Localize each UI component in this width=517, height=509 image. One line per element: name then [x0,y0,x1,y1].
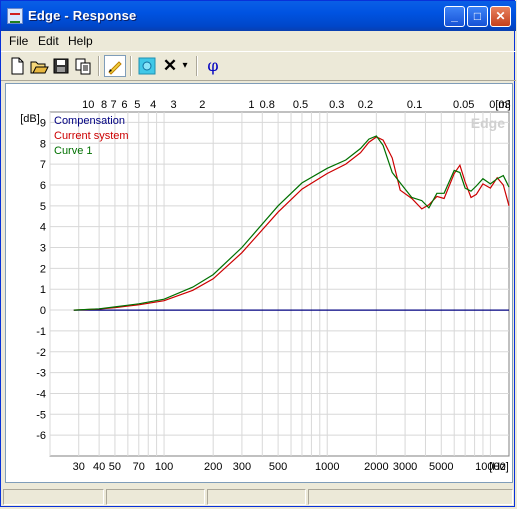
top-tick-label: 0.5 [293,99,308,111]
response-chart[interactable]: 9876543210-1-2-3-4-5-630 40 50 70 100 200 300 5… [6,84,512,482]
top-tick-label: 0.3 [329,99,344,111]
response-plot-area[interactable]: 9 8 7 6 5 4 3 2 1 0 -1 -2 -3 -4 -5 -6 30 40 50 70 100 200 300 5… [5,83,513,483]
y-tick-label: -5 [36,409,46,421]
legend-entry: Compensation [54,115,125,127]
x-tick-label: 3000 [393,461,417,473]
open-icon[interactable] [28,55,50,77]
x-tick-label: 30 [73,461,85,473]
top-tick-label: 4 [150,99,156,111]
x-tick-label: 300 [233,461,251,473]
top-tick-label: 3 [170,99,176,111]
x-tick-label: 200 [204,461,222,473]
legend-entry: Curve 1 [54,145,93,157]
top-tick-label: 1 [248,99,254,111]
x-tick-label: 2000 [364,461,388,473]
toolbar: ✕ ▾ φ [1,51,516,81]
top-tick-label: 0.1 [407,99,422,111]
close-button[interactable]: ✕ [490,6,511,27]
x-tick-label: 5000 [429,461,453,473]
status-cell [207,489,306,505]
y-tick-label: 9 [40,117,46,129]
status-bar [1,487,516,507]
status-cell [106,489,205,505]
plot-frame [49,111,510,457]
y-tick-label: -4 [36,388,46,400]
phase-icon[interactable]: φ [202,55,224,77]
y-axis-unit: [dB] [20,113,40,125]
menu-bar: File Edit Help [1,31,516,51]
y-tick-label: -3 [36,368,46,380]
x-tick-label: 40 [93,461,105,473]
y-tick-label: -1 [36,326,46,338]
menu-edit[interactable]: Edit [38,34,59,48]
edge-response-window: Edge - Response _ □ ✕ File Edit Help ✕ ▾ [0,0,516,507]
x-tick-label: 50 [109,461,121,473]
status-cell [308,489,513,505]
y-tick-label: 5 [40,201,46,213]
top-tick-label: 0.2 [358,99,373,111]
x-tick-label: 70 [133,461,145,473]
y-tick-label: 8 [40,138,46,150]
pencil-icon[interactable] [104,55,126,77]
y-tick-label: 0 [40,305,46,317]
copy-icon[interactable] [72,55,94,77]
dropdown-icon[interactable]: ▾ [179,55,191,77]
status-cell [3,489,104,505]
x-tick-label: 100 [155,461,173,473]
watermark: Edge [471,115,505,131]
y-tick-label: 4 [40,222,46,234]
x-tick-label: 1000 [315,461,339,473]
top-tick-label: 7 [110,99,116,111]
maximize-button[interactable]: □ [467,6,488,27]
title-bar[interactable]: Edge - Response _ □ ✕ [1,1,516,31]
toolbar-separator [98,56,100,76]
legend-entry: Current system [54,130,129,142]
top-tick-label: 0.05 [453,99,474,111]
y-tick-label: -2 [36,347,46,359]
window-title: Edge - Response [28,8,137,23]
top-tick-label: 8 [101,99,107,111]
y-tick-label: 3 [40,243,46,255]
minimize-button[interactable]: _ [444,6,465,27]
speaker-icon[interactable] [136,55,158,77]
menu-help[interactable]: Help [68,34,93,48]
y-tick-label: 6 [40,180,46,192]
toolbar-separator [196,56,198,76]
y-tick-label: 2 [40,263,46,275]
y-tick-label: -6 [36,430,46,442]
x-axis-unit: [Hz] [489,461,509,473]
top-tick-label: 2 [199,99,205,111]
delete-icon[interactable]: ✕ [159,55,181,77]
y-tick-label: 1 [40,284,46,296]
menu-file[interactable]: File [9,34,28,48]
top-tick-label: 0.8 [260,99,275,111]
new-icon[interactable] [6,55,28,77]
y-tick-label: 7 [40,159,46,171]
toolbar-separator [130,56,132,76]
app-icon [7,8,23,24]
save-icon[interactable] [50,55,72,77]
top-axis-unit: [m] [495,99,510,111]
top-tick-label: 10 [82,99,94,111]
x-tick-label: 500 [269,461,287,473]
top-tick-label: 5 [134,99,140,111]
top-tick-label: 6 [121,99,127,111]
